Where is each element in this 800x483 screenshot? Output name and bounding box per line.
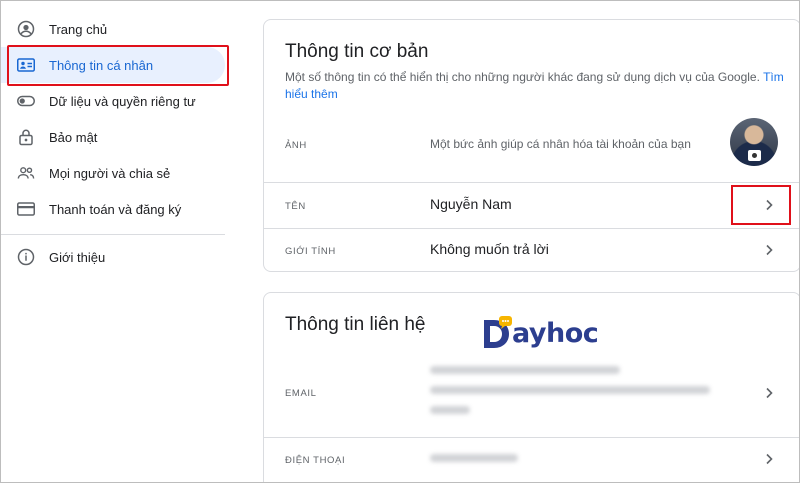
row-divider: [264, 182, 799, 183]
basic-info-description: Một số thông tin có thể hiển thị cho nhữ…: [285, 69, 785, 103]
name-label: TÊN: [285, 201, 306, 212]
blurred-email-line: [430, 386, 710, 394]
blurred-email-line: [430, 366, 620, 374]
watermark-logo: ayhoc: [482, 314, 602, 356]
basic-info-card: Thông tin cơ bản Một số thông tin có thể…: [263, 19, 799, 272]
sidebar-item-label: Thanh toán và đăng ký: [49, 201, 182, 217]
sidebar-nav: Trang chủ Thông tin cá nhân Dữ liệu và q…: [1, 1, 241, 482]
sidebar-item-label: Bảo mật: [49, 129, 98, 145]
camera-icon: [748, 150, 761, 161]
chevron-right-icon[interactable]: [763, 244, 775, 256]
photo-label: ẢNH: [285, 140, 307, 151]
sidebar-item-home[interactable]: Trang chủ: [1, 11, 225, 47]
gender-label: GIỚI TÍNH: [285, 246, 336, 257]
toggle-icon: [17, 92, 35, 110]
app-frame: Trang chủ Thông tin cá nhân Dữ liệu và q…: [0, 0, 800, 483]
sidebar-item-label: Thông tin cá nhân: [49, 57, 154, 73]
sidebar-item-payments[interactable]: Thanh toán và đăng ký: [1, 191, 225, 227]
email-label: EMAIL: [285, 388, 317, 399]
chevron-right-icon[interactable]: [763, 199, 775, 211]
basic-info-desc-text: Một số thông tin có thể hiển thị cho nhữ…: [285, 70, 760, 84]
photo-description: Một bức ảnh giúp cá nhân hóa tài khoản c…: [430, 137, 691, 151]
people-icon: [17, 164, 35, 182]
account-circle-icon: [17, 20, 35, 38]
sidebar-item-label: Dữ liệu và quyền riêng tư: [49, 93, 196, 109]
basic-info-title: Thông tin cơ bản: [285, 41, 429, 62]
name-value: Nguyễn Nam: [430, 196, 512, 212]
avatar[interactable]: [730, 118, 778, 166]
blurred-phone: [430, 454, 518, 462]
blurred-email-line: [430, 406, 470, 414]
row-divider: [264, 437, 799, 438]
watermark-text: ayhoc: [512, 318, 599, 349]
contact-info-title: Thông tin liên hệ: [285, 314, 426, 335]
lock-icon: [17, 128, 35, 146]
info-icon: [17, 248, 35, 266]
gender-value: Không muốn trả lời: [430, 241, 549, 257]
sidebar-item-people-sharing[interactable]: Mọi người và chia sẻ: [1, 155, 225, 191]
sidebar-item-security[interactable]: Bảo mật: [1, 119, 225, 155]
sidebar-item-label: Giới thiệu: [49, 249, 106, 265]
chevron-right-icon[interactable]: [763, 453, 775, 465]
sidebar-item-label: Trang chủ: [49, 21, 108, 37]
sidebar-item-label: Mọi người và chia sẻ: [49, 165, 171, 181]
credit-card-icon: [17, 200, 35, 218]
phone-label: ĐIỆN THOẠI: [285, 455, 346, 466]
id-card-icon: [17, 56, 35, 74]
highlight-box-name: [731, 185, 791, 225]
sidebar-item-data-privacy[interactable]: Dữ liệu và quyền riêng tư: [1, 83, 225, 119]
logo-mark-icon: [484, 316, 512, 348]
sidebar-item-about[interactable]: Giới thiệu: [1, 239, 225, 275]
row-divider: [264, 228, 799, 229]
sidebar-item-personal-info[interactable]: Thông tin cá nhân: [1, 47, 225, 83]
sidebar-divider: [1, 234, 225, 235]
chevron-right-icon[interactable]: [763, 387, 775, 399]
